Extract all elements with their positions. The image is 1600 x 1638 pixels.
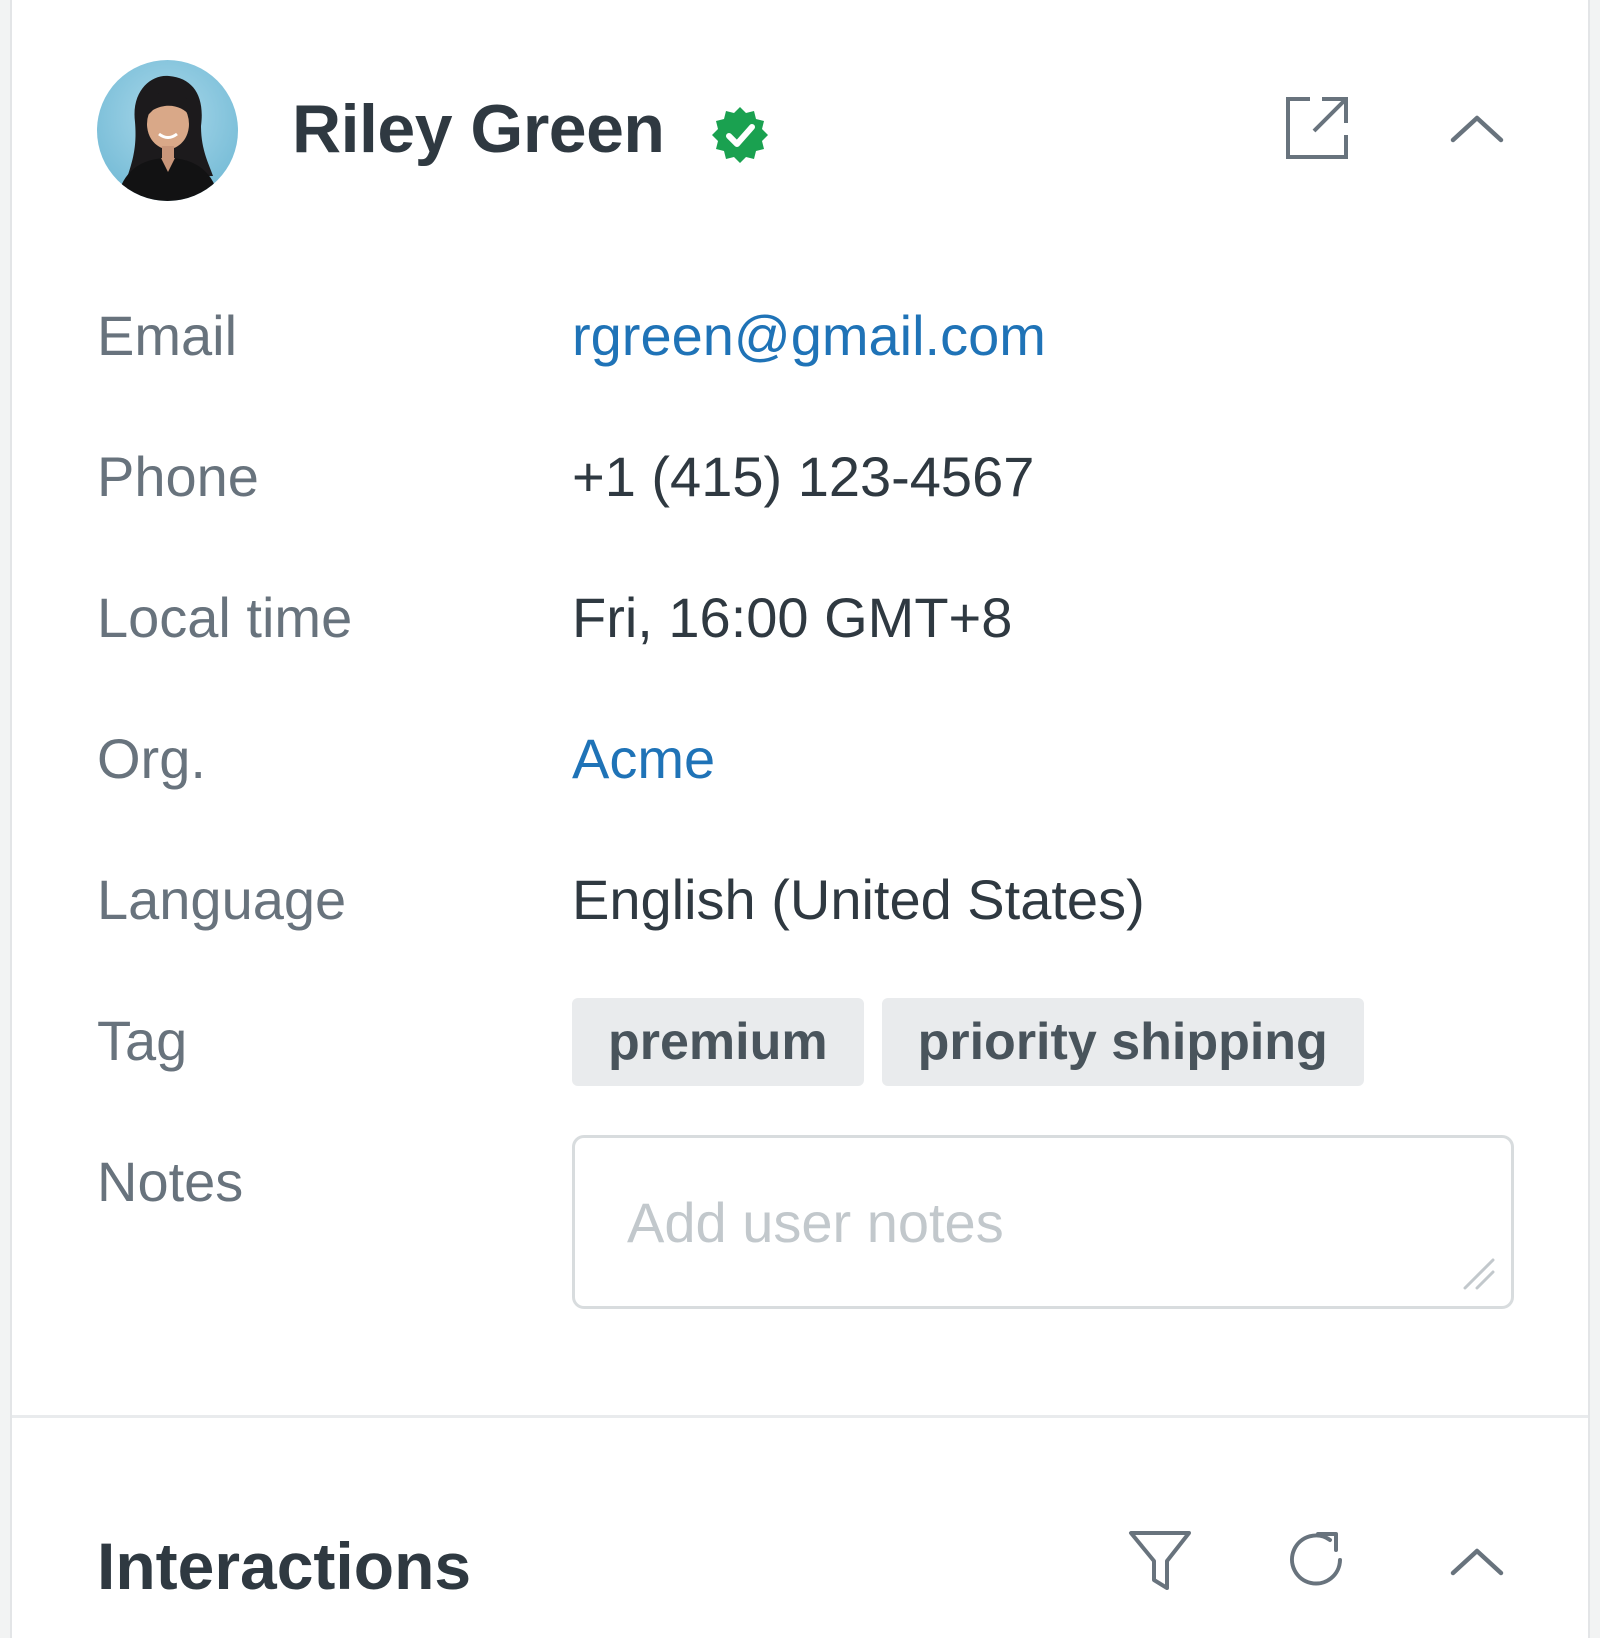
notes-field [572, 1135, 1514, 1309]
org-row: Org. Acme [12, 688, 1588, 829]
email-link[interactable]: rgreen@gmail.com [572, 303, 1046, 368]
chevron-up-icon [1450, 1548, 1504, 1576]
local-time-row: Local time Fri, 16:00 GMT+8 [12, 547, 1588, 688]
email-label: Email [97, 304, 238, 367]
phone-label: Phone [97, 445, 259, 508]
language-row: Language English (United States) [12, 829, 1588, 970]
local-time-value: Fri, 16:00 GMT+8 [572, 586, 1013, 649]
email-row: Email rgreen@gmail.com [12, 265, 1588, 406]
avatar [97, 60, 238, 201]
avatar-photo [97, 60, 238, 201]
interactions-title: Interactions [97, 1529, 472, 1603]
verified-badge-icon [712, 107, 768, 163]
chevron-up-icon [1450, 115, 1504, 143]
resize-handle-icon[interactable] [1461, 1256, 1497, 1292]
notes-input[interactable] [575, 1138, 1511, 1306]
tag-label: Tag [97, 1009, 188, 1072]
user-name: Riley Green [292, 91, 665, 167]
user-context-panel: Riley Green Email rgreen@gmail.com Phone… [10, 0, 1590, 1638]
language-value: English (United States) [572, 868, 1145, 931]
open-profile-button[interactable] [1277, 88, 1357, 168]
phone-value: +1 (415) 123-4567 [572, 445, 1035, 508]
local-time-label: Local time [97, 586, 353, 649]
external-link-icon [1286, 97, 1348, 159]
filter-button[interactable] [1120, 1521, 1200, 1601]
phone-row: Phone +1 (415) 123-4567 [12, 406, 1588, 547]
notes-label: Notes [97, 1150, 244, 1213]
tag-priority-shipping[interactable]: priority shipping [881, 998, 1364, 1086]
collapse-user-button[interactable] [1437, 88, 1517, 168]
refresh-icon [1290, 1532, 1342, 1586]
filter-icon [1129, 1531, 1191, 1590]
org-link[interactable]: Acme [572, 726, 715, 791]
section-divider [12, 1415, 1588, 1418]
language-label: Language [97, 868, 347, 931]
tag-list: premium priority shipping [572, 998, 1364, 1086]
tag-premium[interactable]: premium [572, 998, 864, 1086]
org-label: Org. [97, 727, 206, 790]
refresh-button[interactable] [1277, 1521, 1357, 1601]
user-header: Riley Green [12, 0, 1588, 265]
collapse-interactions-button[interactable] [1437, 1521, 1517, 1601]
tag-row: Tag premium priority shipping [12, 970, 1588, 1111]
